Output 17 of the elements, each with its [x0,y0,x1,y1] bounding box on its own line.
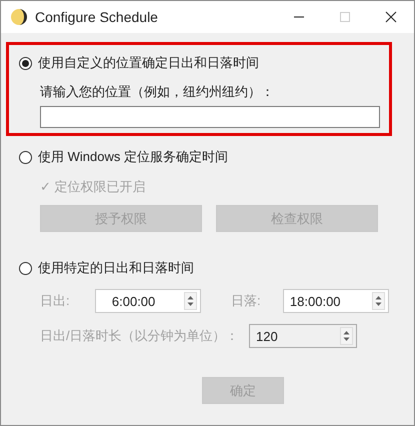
radio-label: 使用 Windows 定位服务确定时间 [38,148,228,166]
close-icon[interactable] [385,11,397,23]
radio-label: 使用特定的日出和日落时间 [38,259,194,277]
location-field[interactable] [40,106,380,128]
app-icon [10,8,28,26]
sunrise-label: 日出: [40,292,71,310]
radio-label: 使用自定义的位置确定日出和日落时间 [38,54,259,72]
maximize-icon [339,11,351,23]
spin-arrows-icon[interactable] [184,292,197,310]
spin-arrows-icon[interactable] [340,327,353,345]
sunset-label: 日落: [230,292,262,310]
field-label: 请输入您的位置（例如，纽约州纽约）： [40,83,275,101]
radio-button[interactable] [19,56,32,70]
duration-label: 日出/日落时长（以分钟为单位）： [40,327,240,345]
window-title: Configure Schedule [35,9,158,25]
spin-arrows-icon[interactable] [372,292,385,310]
permission-status: ✓ 定位权限已开启 [40,178,147,196]
